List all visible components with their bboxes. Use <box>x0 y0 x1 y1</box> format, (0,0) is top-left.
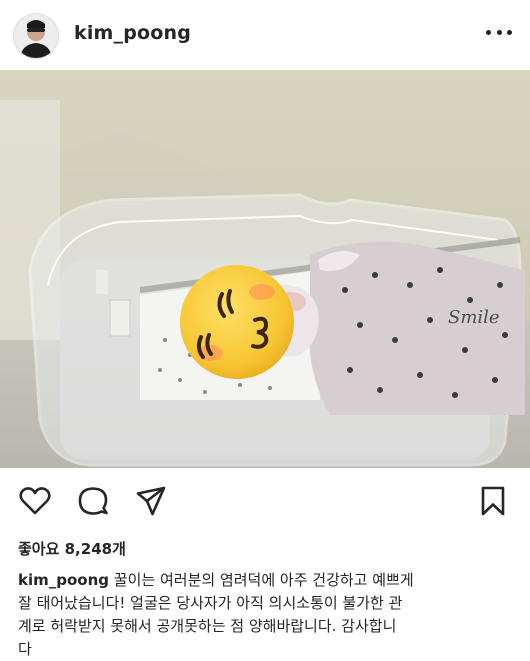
blushing-emoji-sticker <box>180 265 294 379</box>
paper-plane-icon[interactable] <box>134 484 168 518</box>
bookmark-icon[interactable] <box>476 484 510 518</box>
blanket-print: Smile <box>448 307 500 328</box>
more-options-icon[interactable] <box>486 22 512 42</box>
username[interactable]: kim_poong <box>74 22 191 44</box>
comment-icon[interactable] <box>76 484 110 518</box>
heart-icon[interactable] <box>18 484 52 518</box>
post-photo[interactable]: Smile <box>0 70 530 468</box>
action-bar <box>0 478 530 522</box>
likes-count[interactable]: 좋아요 8,248개 <box>18 538 126 559</box>
avatar[interactable] <box>14 14 58 58</box>
caption-username[interactable]: kim_poong <box>18 571 109 589</box>
newborn-bassinet-image: Smile <box>0 70 530 468</box>
post-header: kim_poong <box>0 0 530 70</box>
profile-picture <box>14 14 58 58</box>
post-caption: kim_poong 꿀이는 여러분의 염려덕에 아주 건강하고 예쁘게 잘 태어… <box>18 569 514 661</box>
